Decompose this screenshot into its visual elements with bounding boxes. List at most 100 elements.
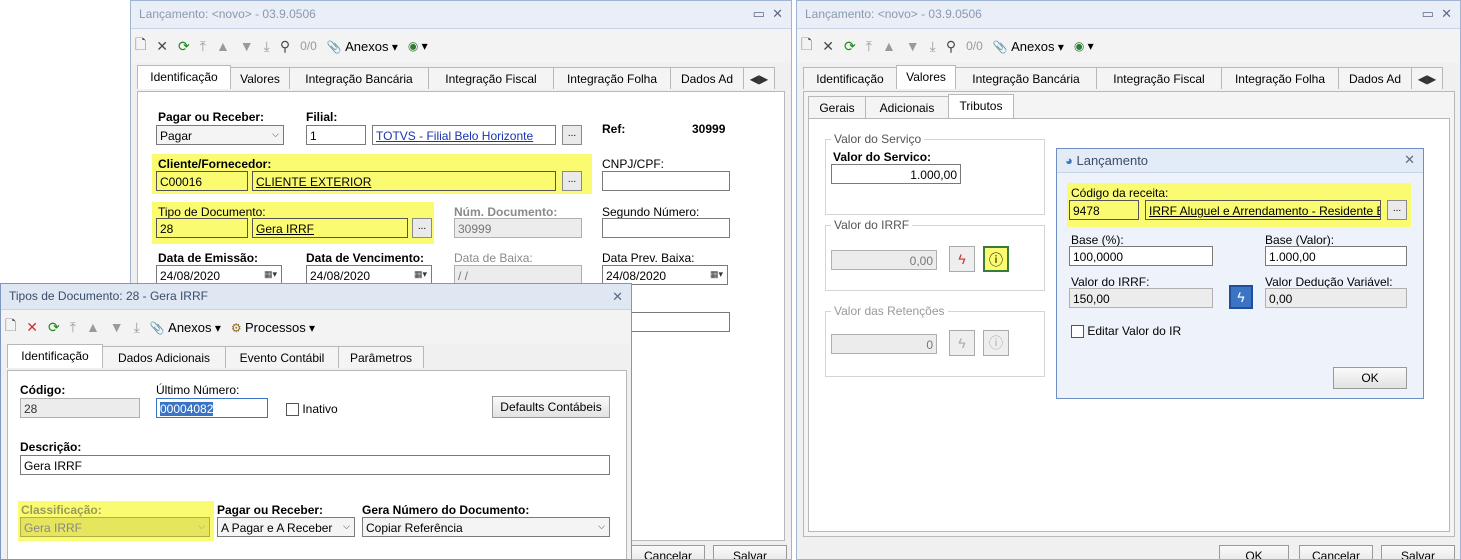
ok-button[interactable]: OK bbox=[1219, 545, 1289, 559]
tab-valores[interactable]: Valores bbox=[896, 65, 956, 89]
cancelar-button[interactable]: Cancelar bbox=[631, 545, 705, 559]
binoculars-icon[interactable]: ⚲ bbox=[946, 38, 956, 55]
prev-icon[interactable]: ▲ bbox=[216, 38, 230, 54]
data-vencimento-input[interactable]: 24/08/2020 ▦▾ bbox=[306, 265, 432, 285]
new-icon[interactable]: 🗋 bbox=[5, 315, 16, 339]
last-icon[interactable]: ⤓ bbox=[264, 38, 270, 55]
tab-scroll-arrows[interactable]: ◀▶ bbox=[743, 67, 775, 89]
codigo-receita-lookup-button[interactable]: ... bbox=[1387, 200, 1407, 220]
restore-icon[interactable]: ▭ bbox=[1422, 6, 1434, 21]
filial-code-input[interactable]: 1 bbox=[306, 125, 366, 145]
calculate-irrf-icon[interactable]: ϟ bbox=[1229, 285, 1253, 309]
tab-identificacao[interactable]: Identificação bbox=[137, 65, 231, 89]
delete-icon[interactable]: ✕ bbox=[26, 319, 38, 336]
tab-identificacao[interactable]: Identificação bbox=[803, 67, 897, 89]
codigo-receita-name-link[interactable]: IRRF Aluguel e Arrendamento - Residente … bbox=[1145, 200, 1381, 220]
tab-scroll-arrows[interactable]: ◀▶ bbox=[1411, 67, 1443, 89]
first-icon[interactable]: ⤒ bbox=[200, 38, 206, 55]
codigo-receita-code-input[interactable]: 9478 bbox=[1069, 200, 1139, 220]
tab-tributos[interactable]: Tributos bbox=[948, 94, 1014, 118]
close-icon[interactable]: ✕ bbox=[772, 6, 783, 21]
pagar-receber-select[interactable]: A Pagar e A Receber ⌵ bbox=[217, 517, 355, 537]
calendar-icon[interactable]: ▦▾ bbox=[414, 269, 427, 280]
data-emissao-input[interactable]: 24/08/2020 ▦▾ bbox=[156, 265, 282, 285]
base-valor-input[interactable]: 1.000,00 bbox=[1265, 246, 1407, 266]
new-icon[interactable]: 🗋 bbox=[135, 34, 146, 58]
tipo-doc-name-link[interactable]: Gera IRRF bbox=[252, 218, 408, 238]
ultimo-numero-input[interactable]: 00004082 bbox=[156, 398, 268, 418]
delete-icon[interactable]: ✕ bbox=[822, 38, 834, 55]
binoculars-icon[interactable]: ⚲ bbox=[280, 38, 290, 55]
next-icon[interactable]: ▼ bbox=[906, 38, 920, 54]
cnpj-input[interactable] bbox=[602, 171, 730, 191]
tab-evento-contabil[interactable]: Evento Contábil bbox=[225, 346, 339, 368]
salvar-button[interactable]: Salvar bbox=[713, 545, 787, 559]
valor-irrf-group-label: Valor do IRRF bbox=[831, 218, 913, 232]
filial-name-link[interactable]: TOTVS - Filial Belo Horizonte bbox=[372, 125, 556, 145]
descricao-input[interactable]: Gera IRRF bbox=[20, 455, 610, 475]
tab-dados-ad[interactable]: Dados Ad bbox=[1338, 67, 1412, 89]
filial-lookup-button[interactable]: ... bbox=[562, 125, 582, 145]
cliente-label: Cliente/Fornecedor: bbox=[158, 157, 272, 171]
first-icon[interactable]: ⤒ bbox=[866, 38, 872, 55]
processos-menu[interactable]: ⚙ Processos ▾ bbox=[231, 320, 315, 335]
tab-integracao-fiscal[interactable]: Integração Fiscal bbox=[428, 67, 554, 89]
descricao-label: Descrição: bbox=[20, 440, 82, 454]
new-icon[interactable]: 🗋 bbox=[801, 34, 812, 58]
cancelar-button[interactable]: Cancelar bbox=[1299, 545, 1373, 559]
salvar-button[interactable]: Salvar bbox=[1381, 545, 1455, 559]
cliente-name-link[interactable]: CLIENTE EXTERIOR bbox=[252, 171, 556, 191]
prev-icon[interactable]: ▲ bbox=[882, 38, 896, 54]
tab-integracao-bancaria[interactable]: Integração Bancária bbox=[289, 67, 429, 89]
editar-valor-ir-checkbox[interactable]: Editar Valor do IR bbox=[1071, 324, 1181, 339]
tab-adicionais[interactable]: Adicionais bbox=[865, 96, 949, 118]
inativo-checkbox[interactable]: Inativo bbox=[286, 402, 338, 417]
pagar-receber-select[interactable]: Pagar ⌵ bbox=[156, 125, 284, 145]
segundo-numero-input[interactable] bbox=[602, 218, 730, 238]
tipo-doc-lookup-button[interactable]: ... bbox=[412, 218, 432, 238]
calculate-irrf-icon[interactable]: ϟ bbox=[949, 246, 975, 272]
gera-numero-select[interactable]: Copiar Referência ⌵ bbox=[362, 517, 610, 537]
calendar-icon[interactable]: ▦▾ bbox=[710, 269, 723, 280]
anexos-menu[interactable]: 📎 Anexos ▾ bbox=[327, 39, 398, 54]
base-pct-input[interactable]: 100,0000 bbox=[1069, 246, 1213, 266]
close-icon[interactable]: ✕ bbox=[612, 289, 623, 304]
tipo-doc-code-input[interactable]: 28 bbox=[156, 218, 248, 238]
delete-icon[interactable]: ✕ bbox=[156, 38, 168, 55]
calendar-icon[interactable]: ▦▾ bbox=[264, 269, 277, 280]
refresh-icon[interactable]: ⟳ bbox=[48, 319, 60, 336]
globe-menu[interactable]: ◉ ▾ bbox=[408, 39, 428, 53]
tab-gerais[interactable]: Gerais bbox=[808, 96, 866, 118]
cliente-lookup-button[interactable]: ... bbox=[562, 171, 582, 191]
tab-integracao-bancaria[interactable]: Integração Bancária bbox=[955, 67, 1097, 89]
data-prev-baixa-input[interactable]: 24/08/2020 ▦▾ bbox=[602, 265, 728, 285]
tab-dados-adicionais[interactable]: Dados Adicionais bbox=[102, 346, 226, 368]
tab-identificacao[interactable]: Identificação bbox=[7, 344, 103, 368]
tab-integracao-folha[interactable]: Integração Folha bbox=[1221, 67, 1339, 89]
tipos-identificacao-panel: Código: 28 Último Número: 00004082 Inati… bbox=[7, 370, 627, 559]
globe-menu[interactable]: ◉ ▾ bbox=[1074, 39, 1094, 53]
valor-servico-input[interactable]: 1.000,00 bbox=[831, 164, 961, 184]
next-icon[interactable]: ▼ bbox=[240, 38, 254, 54]
last-icon[interactable]: ⤓ bbox=[930, 38, 936, 55]
prev-icon[interactable]: ▲ bbox=[86, 319, 100, 335]
defaults-contabeis-button[interactable]: Defaults Contábeis bbox=[492, 396, 610, 418]
anexos-menu[interactable]: 📎 Anexos ▾ bbox=[150, 320, 221, 335]
anexos-menu[interactable]: 📎 Anexos ▾ bbox=[993, 39, 1064, 54]
refresh-icon[interactable]: ⟳ bbox=[178, 38, 190, 55]
ok-button[interactable]: OK bbox=[1333, 367, 1407, 389]
tab-parametros[interactable]: Parâmetros bbox=[338, 346, 424, 368]
first-icon[interactable]: ⤒ bbox=[70, 319, 76, 336]
cliente-code-input[interactable]: C00016 bbox=[156, 171, 248, 191]
tab-integracao-folha[interactable]: Integração Folha bbox=[553, 67, 671, 89]
refresh-icon[interactable]: ⟳ bbox=[844, 38, 856, 55]
restore-icon[interactable]: ▭ bbox=[753, 6, 765, 21]
info-icon[interactable]: ⓘ bbox=[983, 246, 1009, 272]
next-icon[interactable]: ▼ bbox=[110, 319, 124, 335]
tab-valores[interactable]: Valores bbox=[230, 67, 290, 89]
close-icon[interactable]: ✕ bbox=[1441, 6, 1452, 21]
last-icon[interactable]: ⤓ bbox=[134, 319, 140, 336]
tab-integracao-fiscal[interactable]: Integração Fiscal bbox=[1096, 67, 1222, 89]
tab-dados-ad[interactable]: Dados Ad bbox=[670, 67, 744, 89]
close-icon[interactable]: ✕ bbox=[1404, 152, 1415, 167]
